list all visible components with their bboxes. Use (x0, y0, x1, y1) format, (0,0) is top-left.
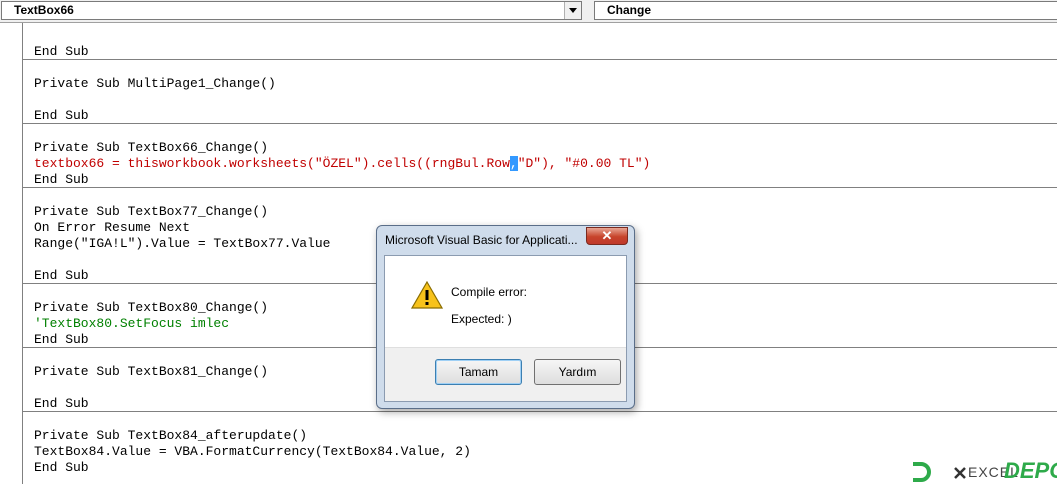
watermark-logo: EXCEL DEPO (908, 458, 1057, 484)
code-line-error[interactable]: textbox66 = thisworkbook.worksheets("ÖZE… (34, 156, 650, 172)
object-combo-value: TextBox66 (14, 3, 74, 17)
code-line[interactable]: TextBox84.Value = VBA.FormatCurrency(Tex… (34, 444, 471, 460)
code-line[interactable]: End Sub (34, 172, 89, 188)
code-line-error-part1: textbox66 = thisworkbook.worksheets("ÖZE… (34, 156, 510, 171)
chevron-down-icon (569, 8, 577, 13)
error-detail: Expected: ) (451, 312, 512, 326)
dialog-body: Compile error: Expected: ) Tamam Yardım (384, 255, 627, 402)
code-margin-gutter[interactable] (0, 23, 23, 484)
x-mark-icon (954, 467, 966, 479)
code-line[interactable]: Private Sub TextBox80_Change() (34, 300, 268, 316)
code-line[interactable]: Private Sub TextBox84_afterupdate() (34, 428, 307, 444)
code-line[interactable]: End Sub (34, 44, 89, 60)
object-combo-dropdown-button[interactable] (564, 2, 581, 19)
code-line[interactable]: Private Sub TextBox77_Change() (34, 204, 268, 220)
dialog-button-bar: Tamam Yardım (385, 347, 626, 401)
code-line[interactable]: End Sub (34, 396, 89, 412)
code-line-error-part2: "D"), "#0.00 TL") (517, 156, 651, 171)
code-line[interactable]: End Sub (34, 460, 89, 476)
object-combo[interactable]: TextBox66 (1, 1, 582, 20)
procedure-separator (23, 187, 1057, 188)
code-line[interactable]: Private Sub TextBox66_Change() (34, 140, 268, 156)
procedure-separator (23, 123, 1057, 124)
code-line-comment[interactable]: 'TextBox80.SetFocus imlec (34, 316, 229, 332)
code-line[interactable]: End Sub (34, 332, 89, 348)
error-title: Compile error: (451, 285, 528, 299)
close-icon: ✕ (601, 228, 613, 243)
code-line[interactable]: Private Sub TextBox81_Change() (34, 364, 268, 380)
procedure-combo-value: Change (607, 3, 652, 17)
logo-mark-icon (913, 462, 931, 482)
procedure-separator (23, 59, 1057, 60)
dialog-title: Microsoft Visual Basic for Applicati... (385, 233, 578, 247)
code-window-toolbar: TextBox66 Change (0, 0, 1057, 23)
procedure-separator (23, 411, 1057, 412)
close-button[interactable]: ✕ (586, 227, 628, 245)
warning-icon (411, 281, 443, 309)
compile-error-dialog: Microsoft Visual Basic for Applicati... … (376, 225, 635, 409)
watermark-brand: DEPO (1004, 458, 1057, 483)
procedure-combo[interactable]: Change (594, 1, 1057, 20)
selected-text: , (509, 156, 518, 171)
code-line[interactable]: Private Sub MultiPage1_Change() (34, 76, 276, 92)
code-line[interactable]: On Error Resume Next (34, 220, 190, 236)
help-button[interactable]: Yardım (534, 359, 621, 385)
code-line[interactable]: Range("IGA!L").Value = TextBox77.Value (34, 236, 330, 252)
ok-button[interactable]: Tamam (435, 359, 522, 385)
code-line[interactable]: End Sub (34, 268, 89, 284)
code-line[interactable]: End Sub (34, 108, 89, 124)
